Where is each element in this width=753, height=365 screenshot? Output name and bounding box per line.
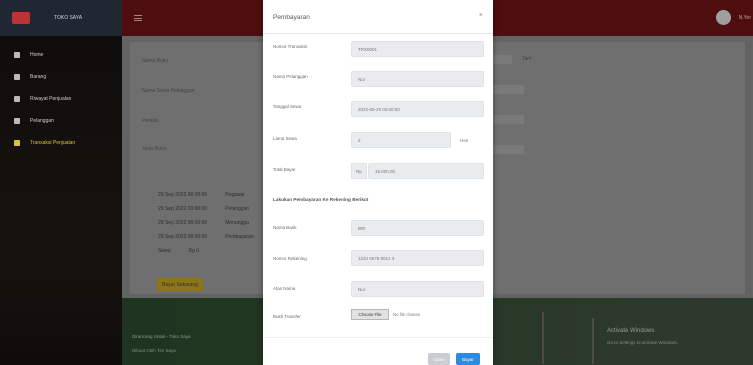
sidebar-item-barang[interactable]: Barang — [0, 66, 122, 88]
close-icon[interactable]: × — [479, 12, 483, 19]
sidebar-item-riwayat[interactable]: Riwayat Penjualan — [0, 88, 122, 110]
bank-name-field[interactable]: BRI — [351, 220, 484, 236]
box-icon — [14, 74, 20, 80]
payment-modal: Pembayaran × Nomor Transaksi TRX0001 Nam… — [263, 0, 493, 365]
field-label: Nama Pelanggan — [273, 74, 308, 79]
sidebar-item-pelanggan[interactable]: Pelanggan — [0, 110, 122, 132]
account-number-field[interactable]: 1234 5678 9012 3 — [351, 250, 484, 266]
transaction-number-field[interactable]: TRX0001 — [351, 41, 484, 57]
sidebar-item-label: Pelanggan — [30, 118, 54, 124]
rent-duration-field[interactable]: 2 — [351, 132, 451, 148]
history-icon — [14, 96, 20, 102]
customer-name-field[interactable]: Nur — [351, 71, 484, 87]
side-menu: Home Barang Riwayat Penjualan Pelanggan … — [0, 44, 122, 154]
bank-section-title: Lakukan Pembayaran Ke Rekening Berikut — [273, 197, 369, 202]
field-label: Nomor Transaksi — [273, 44, 308, 49]
rent-date-field[interactable]: 2022-09-29 00:00:00 — [351, 101, 484, 117]
sidebar-item-label: Barang — [30, 74, 47, 80]
pay-button[interactable]: Bayar — [456, 353, 480, 365]
sidebar-item-label: Home — [30, 52, 44, 58]
sidebar-item-transaksi[interactable]: Transaksi Penjualan — [0, 132, 122, 154]
field-label: Lama Sewa — [273, 136, 297, 141]
modal-header: Pembayaran × — [263, 0, 493, 34]
brand[interactable]: TOKO SAYA — [0, 0, 122, 36]
brand-text: TOKO SAYA — [54, 15, 83, 21]
home-icon — [14, 52, 20, 58]
duration-unit: Hari — [460, 138, 469, 143]
total-pay-field[interactable]: 15.000,00 — [368, 163, 484, 179]
brand-logo — [12, 12, 30, 24]
currency-prefix: Rp — [351, 163, 367, 179]
modal-footer: Close Bayar — [263, 337, 493, 365]
field-label: Nomor Rekening — [273, 256, 307, 261]
file-status: No file chosen — [393, 312, 421, 317]
field-label: Bukti Transfer — [273, 314, 301, 319]
sidebar-item-label: Riwayat Penjualan — [30, 96, 72, 102]
field-label: Atas Nama — [273, 286, 296, 291]
account-holder-field[interactable]: Nur — [351, 281, 484, 297]
cart-icon — [14, 140, 20, 146]
field-label: Tanggal Sewa — [273, 104, 302, 109]
close-button[interactable]: Close — [428, 353, 450, 365]
field-label: Nama Bank — [273, 225, 297, 230]
choose-file-button[interactable]: Choose File — [351, 309, 389, 320]
sidebar-item-label: Transaksi Penjualan — [30, 140, 76, 146]
sidebar-item-home[interactable]: Home — [0, 44, 122, 66]
field-label: Total Bayar — [273, 167, 296, 172]
user-icon — [14, 118, 20, 124]
modal-title: Pembayaran — [273, 14, 310, 21]
